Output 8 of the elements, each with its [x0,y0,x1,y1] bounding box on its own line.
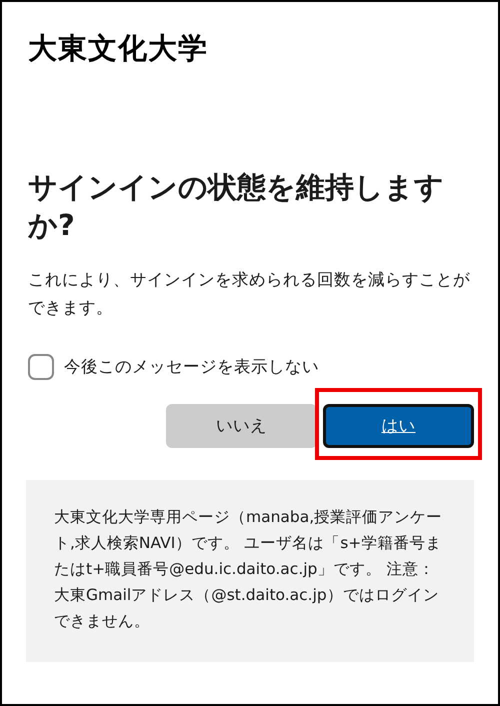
no-button[interactable]: いいえ [166,404,317,448]
checkbox-label: 今後このメッセージを表示しない [64,356,319,378]
description: これにより、サインインを求められる回数を減らすことができます。 [28,269,471,319]
yes-button[interactable]: はい [323,404,474,448]
heading: サインインの状態を維持しますか? [28,169,445,244]
logo: 大東文化大学 [28,30,209,66]
info-text: 大東文化大学専用ページ（manaba,授業評価アンケート,求人検索NAVI）です。 ユーザ名は「s+学籍番号またはt+職員番号@edu.ic.daito.ac.jp」です。 注意：大東Gmailアドレス（@st.daito.ac.jp）ではログインできません。 [54,507,444,632]
checkbox[interactable] [28,354,54,380]
